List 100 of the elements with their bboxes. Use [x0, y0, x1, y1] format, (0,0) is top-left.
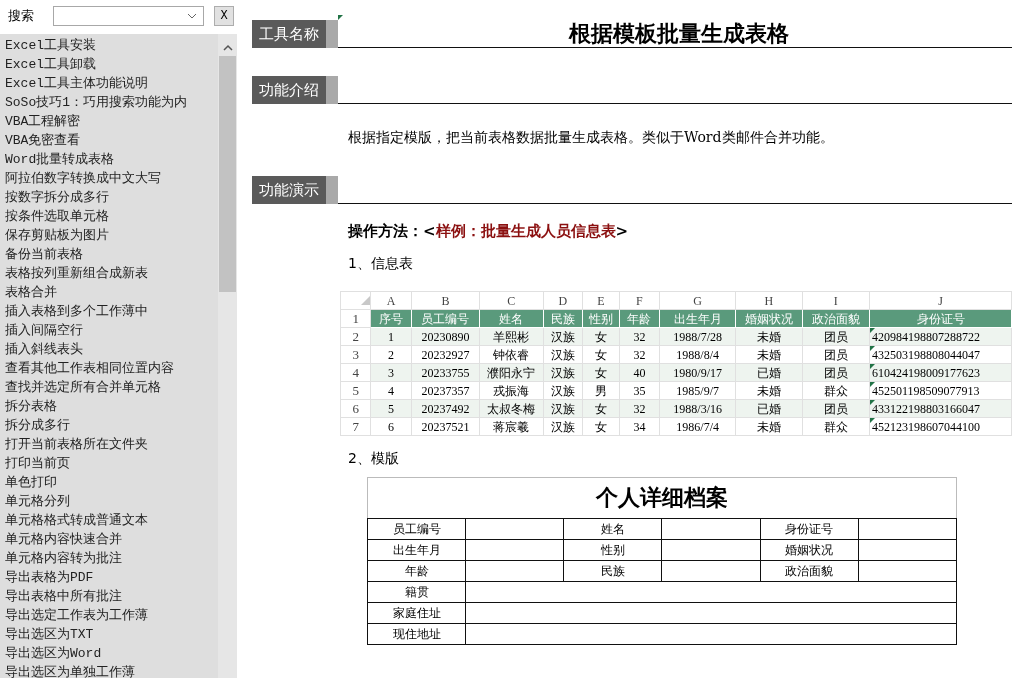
form-field[interactable]: [465, 581, 957, 603]
table-cell: 20233755: [421, 365, 470, 380]
table-cell: 34: [633, 419, 646, 434]
form-field[interactable]: [858, 539, 957, 561]
tool-list-item[interactable]: Excel工具主体功能说明: [5, 74, 148, 93]
tool-list-item[interactable]: 导出选区为TXT: [5, 625, 94, 644]
tool-list-item[interactable]: 拆分表格: [5, 397, 57, 416]
tool-list-item[interactable]: 保存剪贴板为图片: [5, 226, 109, 245]
tool-list-item[interactable]: 单元格格式转成普通文本: [5, 511, 148, 530]
tool-list-item[interactable]: 查看其他工作表相同位置内容: [5, 359, 174, 378]
table-cell: 团员: [823, 401, 848, 416]
column-header[interactable]: H: [735, 291, 803, 310]
tool-list-item[interactable]: 导出选定工作表为工作薄: [5, 606, 148, 625]
table-cell: 4: [388, 383, 395, 398]
tool-list-item[interactable]: 插入表格到多个工作薄中: [5, 302, 148, 321]
tool-list-item[interactable]: 导出选区为Word: [5, 644, 102, 663]
table-cell: 420984198807288722: [872, 329, 980, 344]
form-field[interactable]: [465, 518, 564, 540]
search-field[interactable]: [53, 6, 204, 26]
table-cell: 汉族: [550, 419, 575, 434]
tool-list-item[interactable]: 备份当前表格: [5, 245, 83, 264]
tool-list-item[interactable]: 单元格分列: [5, 492, 70, 511]
form-field[interactable]: [661, 518, 761, 540]
form-field[interactable]: [858, 518, 957, 540]
tool-list-item[interactable]: 表格按列重新组合成新表: [5, 264, 148, 283]
tool-list-item[interactable]: 按数字拆分成多行: [5, 188, 109, 207]
row-number[interactable]: 6: [340, 399, 371, 418]
form-field[interactable]: [858, 560, 957, 582]
row-number[interactable]: 5: [340, 381, 371, 400]
column-header[interactable]: B: [411, 291, 480, 310]
clear-button[interactable]: X: [214, 6, 234, 26]
form-label: 籍贯: [367, 581, 466, 603]
tool-list-item[interactable]: 打开当前表格所在文件夹: [5, 435, 148, 454]
column-header[interactable]: G: [659, 291, 736, 310]
form-field[interactable]: [465, 539, 564, 561]
table-cell: 汉族: [550, 401, 575, 416]
tool-list-item[interactable]: 导出表格为PDF: [5, 568, 94, 587]
form-field[interactable]: [465, 602, 957, 624]
cell-marker-icon: [870, 382, 875, 387]
tool-list-item[interactable]: Word批量转成表格: [5, 150, 115, 169]
column-header[interactable]: J: [869, 291, 1012, 310]
tool-list-item[interactable]: 单元格内容快速合并: [5, 530, 122, 549]
tool-list-item[interactable]: 导出表格中所有批注: [5, 587, 122, 606]
tool-list-item[interactable]: 阿拉伯数字转换成中文大写: [5, 169, 161, 188]
tool-list-item[interactable]: 插入斜线表头: [5, 340, 83, 359]
tool-list-item[interactable]: 单元格内容转为批注: [5, 549, 122, 568]
table-cell: 濮阳永宁: [487, 365, 536, 380]
form-field[interactable]: [465, 623, 957, 645]
tool-list-item[interactable]: 导出选区为单独工作薄: [5, 663, 135, 678]
tool-list-item[interactable]: Excel工具安装: [5, 36, 96, 55]
tool-list-item[interactable]: 表格合并: [5, 283, 57, 302]
row-number[interactable]: 7: [340, 417, 371, 436]
row-number[interactable]: 2: [340, 327, 371, 346]
tool-list-item[interactable]: VBA免密查看: [5, 131, 81, 150]
tool-list-item[interactable]: Excel工具卸载: [5, 55, 96, 74]
table-cell: 1: [388, 329, 395, 344]
table-cell: 群众: [823, 419, 848, 434]
tool-list-item[interactable]: 按条件选取单元格: [5, 207, 109, 226]
tool-list-item[interactable]: SoSo技巧1：巧用搜索功能为内: [5, 93, 187, 112]
section-label: 功能演示: [252, 176, 338, 204]
table-cell: 20237492: [421, 401, 470, 416]
column-header[interactable]: D: [543, 291, 583, 310]
tool-list-item[interactable]: 打印当前页: [5, 454, 70, 473]
column-header[interactable]: F: [619, 291, 660, 310]
tool-list-item[interactable]: 查找并选定所有合并单元格: [5, 378, 161, 397]
form-field[interactable]: [465, 560, 564, 582]
column-header[interactable]: I: [802, 291, 870, 310]
table-cell: 羊熙彬: [493, 329, 530, 344]
table-cell: 40: [633, 365, 646, 380]
table-cell: 女: [594, 347, 607, 362]
table-cell: 汉族: [550, 329, 575, 344]
tool-list-item[interactable]: 插入间隔空行: [5, 321, 83, 340]
intro-text: 根据指定模版，把当前表格数据批量生成表格。类似于Word类邮件合并功能。: [348, 129, 835, 147]
row-number[interactable]: 4: [340, 363, 371, 382]
form-field[interactable]: [661, 539, 761, 561]
row-number[interactable]: 3: [340, 345, 371, 364]
column-header[interactable]: C: [479, 291, 544, 310]
column-header[interactable]: E: [582, 291, 620, 310]
table-cell: 1980/9/17: [673, 365, 723, 380]
column-header[interactable]: A: [370, 291, 412, 310]
form-field[interactable]: [661, 560, 761, 582]
table-cell: 团员: [823, 347, 848, 362]
table-cell: 6: [388, 419, 395, 434]
tool-list-item[interactable]: VBA工程解密: [5, 112, 81, 131]
table-cell: 蒋宸羲: [493, 419, 530, 434]
scrollbar[interactable]: [218, 34, 237, 678]
form-label: 出生年月: [367, 539, 466, 561]
row-number[interactable]: 1: [340, 309, 371, 328]
form-title: 个人详细档案: [367, 477, 957, 519]
table-cell: 452123198607044100: [872, 419, 980, 434]
table-cell: 汉族: [550, 383, 575, 398]
table-cell: 3: [388, 365, 395, 380]
form-label: 家庭住址: [367, 602, 466, 624]
table-cell: 钟依睿: [493, 347, 530, 362]
form-label: 性别: [563, 539, 662, 561]
table-cell: 1988/8/4: [676, 347, 720, 362]
tool-list-item[interactable]: 拆分成多行: [5, 416, 70, 435]
table-cell: 未婚: [756, 347, 781, 362]
tool-list-item[interactable]: 单色打印: [5, 473, 57, 492]
scrollbar-thumb[interactable]: [219, 56, 236, 292]
